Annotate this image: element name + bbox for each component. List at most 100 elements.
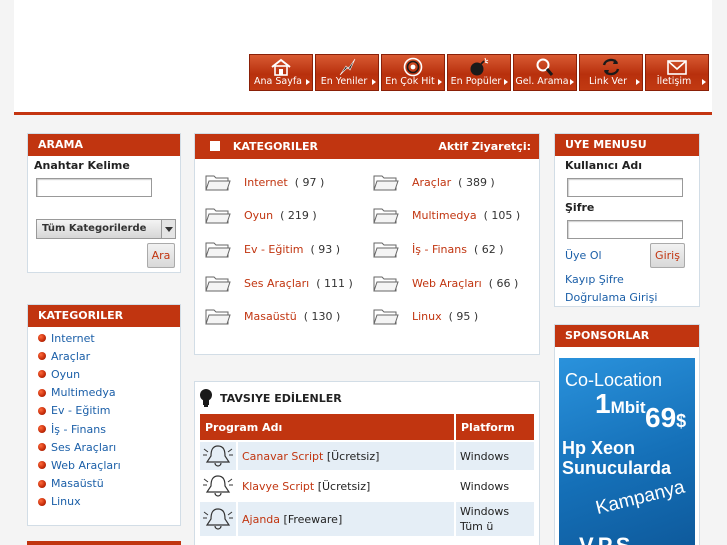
col-program-header: Program Adı [200,414,454,440]
list-item[interactable]: İş - Finans [28,420,180,438]
col-platform-header: Platform [456,414,534,440]
category-link[interactable]: Araçlar [412,176,451,189]
bullet-icon [38,352,46,361]
category-cell[interactable]: Linux ( 95 ) [373,306,478,326]
nav-contact-button[interactable]: İletişim [645,54,709,91]
category-link[interactable]: Oyun [244,209,273,222]
sponsors-title: SPONSORLAR [555,325,699,347]
ad-line5: Kampanya [593,476,687,520]
recommended-table: Program Adı Platform Canavar Script [Ücr… [198,412,536,538]
category-link[interactable]: Multimedya [412,209,477,222]
lightbulb-icon [200,389,212,407]
categories-title: KATEGORILER [232,140,318,153]
username-input[interactable] [567,178,683,197]
recommended-panel: TAVSIYE EDİLENLER Program Adı Platform C… [194,381,540,545]
folder-icon [205,276,231,292]
table-header-row: Program Adı Platform [200,414,534,440]
list-item[interactable]: Masaüstü [28,475,180,493]
categories-panel: KATEGORILER Aktif Ziyaretçi: Internet ( 9… [194,133,540,355]
folder-icon [373,242,399,258]
list-item[interactable]: Web Araçları [28,456,180,474]
password-input[interactable] [567,220,683,239]
list-item[interactable]: Multimedya [28,384,180,402]
category-link[interactable]: Masaüstü [244,310,297,323]
category-count: ( 95 ) [448,309,479,323]
sponsor-ad-banner[interactable]: Co-Location 1Mbit 69$ Hp Xeon Sunuculard… [559,358,695,545]
program-link[interactable]: Ajanda [242,513,280,526]
link-arrows-icon [580,57,642,77]
category-link[interactable]: Web Araçları [412,277,482,290]
program-link[interactable]: Canavar Script [242,450,323,463]
category-count: ( 62 ) [473,242,504,256]
program-license: [Ücretsiz] [317,479,371,493]
list-item[interactable]: Linux [28,493,180,511]
main-nav: Ana Sayfa En Yeniler En Çok Hit En Popül… [249,54,709,91]
program-link[interactable]: Klavye Script [242,480,314,493]
list-item[interactable]: Araçlar [28,347,180,365]
list-item[interactable]: Oyun [28,365,180,383]
nav-home-button[interactable]: Ana Sayfa [249,54,313,91]
active-visitors-label: Aktif Ziyaretçi: [438,140,531,153]
category-cell[interactable]: Oyun ( 219 ) [205,205,317,225]
ad-line3: Hp Xeon [562,438,636,458]
category-cell[interactable]: Multimedya ( 105 ) [373,205,520,225]
category-link[interactable]: İş - Finans [412,243,467,256]
nav-advanced-search-button[interactable]: Gel. Arama [513,54,577,91]
register-link[interactable]: Üye Ol [565,249,602,262]
category-cell[interactable]: Masaüstü ( 130 ) [205,306,340,326]
recommended-title: TAVSIYE EDİLENLER [220,391,342,405]
target-icon [382,57,444,77]
bullet-icon [38,406,46,415]
nav-advanced-search-label: Gel. Arama [515,76,569,87]
nav-link-exchange-button[interactable]: Link Ver [579,54,643,91]
search-button[interactable]: Ara [147,243,175,268]
platform-cell: Windows Tüm ü [456,502,534,536]
table-row[interactable]: Canavar Script [Ücretsiz] Windows [200,442,534,470]
bomb-icon [448,57,510,77]
program-license: [Freeware] [283,512,343,526]
program-cell: Klavye Script [Ücretsiz] [238,472,454,500]
category-select-value: Tüm Kategorilerde [42,223,147,234]
sponsors-panel: SPONSORLAR Co-Location 1Mbit 69$ Hp Xeon… [554,324,700,545]
bullet-icon [38,497,46,506]
list-item[interactable]: Internet [28,329,180,347]
forgot-password-link[interactable]: Kayıp Şifre [565,273,624,286]
lightning-icon [316,57,378,77]
category-cell[interactable]: Araçlar ( 389 ) [373,172,495,192]
username-label: Kullanıcı Adı [565,159,643,172]
category-cell[interactable]: Ses Araçları ( 111 ) [205,273,353,293]
user-menu-panel: UYE MENUSU Kullanıcı Adı Şifre Üye Ol Gi… [554,133,700,307]
ad-line6: V.P.S [579,533,630,545]
nav-newest-button[interactable]: En Yeniler [315,54,379,91]
login-button[interactable]: Giriş [650,243,685,268]
category-count: ( 97 ) [294,175,325,189]
table-row[interactable]: Klavye Script [Ücretsiz] Windows [200,472,534,500]
folder-icon [373,276,399,292]
category-cell[interactable]: Web Araçları ( 66 ) [373,273,518,293]
category-cell[interactable]: Ev - Eğitim ( 93 ) [205,239,340,259]
table-row[interactable]: Ajanda [Freeware] Windows Tüm ü [200,502,534,536]
category-cell[interactable]: Internet ( 97 ) [205,172,324,192]
list-item[interactable]: Ev - Eğitim [28,402,180,420]
category-select[interactable]: Tüm Kategorilerde [36,219,176,239]
list-item[interactable]: Ses Araçları [28,438,180,456]
sidebar-categories-panel: KATEGORILER Internet Araçlar Oyun Multim… [27,304,181,526]
password-label: Şifre [565,201,595,214]
category-count: ( 93 ) [310,242,341,256]
category-link[interactable]: Linux [412,310,442,323]
keyword-input[interactable] [36,178,152,197]
folder-icon [205,242,231,258]
nav-link-exchange-label: Link Ver [589,76,627,87]
category-link[interactable]: Ses Araçları [244,277,309,290]
category-link[interactable]: Internet [244,176,288,189]
category-cell[interactable]: İş - Finans ( 62 ) [373,239,504,259]
category-count: ( 219 ) [280,208,317,222]
nav-most-hit-button[interactable]: En Çok Hit [381,54,445,91]
chevron-down-icon [161,220,175,238]
verification-login-link[interactable]: Doğrulama Girişi [565,291,657,304]
platform-cell: Windows [456,442,534,470]
bullet-icon [38,425,46,434]
nav-popular-button[interactable]: En Popüler [447,54,511,91]
category-link[interactable]: Ev - Eğitim [244,243,304,256]
category-count: ( 111 ) [316,276,353,290]
